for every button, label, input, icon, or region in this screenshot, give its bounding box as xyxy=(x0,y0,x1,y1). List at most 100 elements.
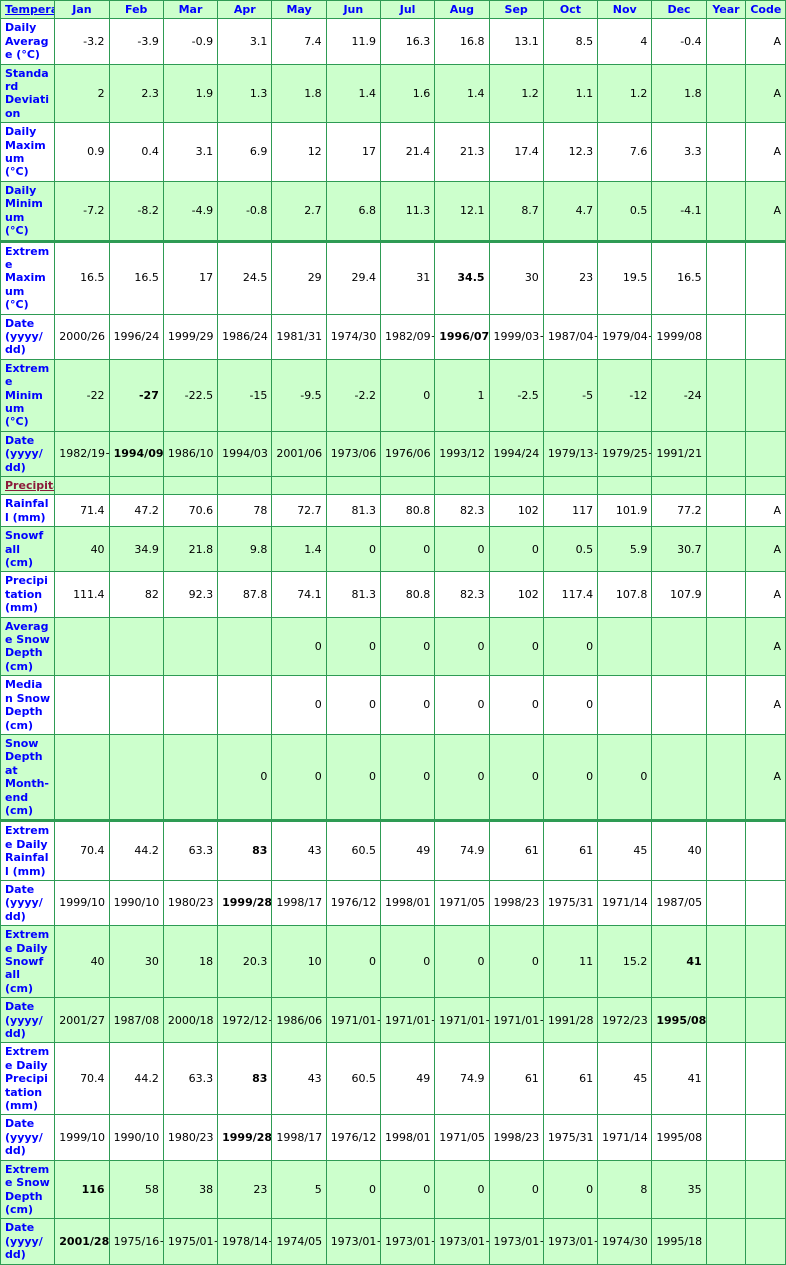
cell-value: 1998/01 xyxy=(379,1114,436,1161)
cell-value: 5.9 xyxy=(597,526,653,573)
cell-value: 8 xyxy=(597,1159,653,1220)
cell-value: 1979/04+ xyxy=(597,313,653,360)
cell-value: 0 xyxy=(325,1159,381,1220)
cell-code: A xyxy=(745,733,786,822)
cell-value: 2001/06 xyxy=(271,430,327,478)
cell-value: 16.3 xyxy=(379,18,436,65)
cell-code xyxy=(745,925,786,999)
table-row: Average Snow Depth (cm) 0 0 0 0 0 0 A xyxy=(0,616,786,677)
table-row: Date (yyyy/dd) 2000/26 1996/24 1999/29 1986/… xyxy=(0,313,786,360)
table-row: Extreme Daily Rainfall (mm) 70.4 44.2 63.3 8… xyxy=(0,819,786,881)
cell-value: 1979/25+ xyxy=(597,430,653,478)
table-row: Snow Depth at Month-end (cm) 0 0 0 0 0 0 0 0 A xyxy=(0,733,786,822)
cell-value: 0.9 xyxy=(54,122,110,182)
cell-value: 2001/28 xyxy=(54,1218,110,1265)
cell-value: 0 xyxy=(271,733,327,822)
cell-value: 1.4 xyxy=(434,63,490,124)
cell-value: 1995/08 xyxy=(651,1114,707,1161)
cell-value: 19.5 xyxy=(597,239,653,315)
cell-year xyxy=(705,122,747,182)
cell-value: 61 xyxy=(542,1042,599,1116)
cell-value: 29.4 xyxy=(325,239,381,315)
cell-value: 0 xyxy=(597,733,653,822)
cell-value: 1971/14 xyxy=(597,879,653,927)
cell-value: 1999/28 xyxy=(217,879,273,927)
table-row: Date (yyyy/dd) 1999/10 1990/10 1980/23 1999/… xyxy=(0,879,786,927)
cell-value xyxy=(162,733,219,822)
table-row: Precipitation (mm) 111.4 82 92.3 87.8 74.1 81.… xyxy=(0,571,786,618)
cell-value: 34.9 xyxy=(108,526,164,573)
cell-code xyxy=(745,313,786,360)
cell-value: 102 xyxy=(488,571,544,618)
cell-value: 1971/05 xyxy=(434,1114,490,1161)
cell-value: 49 xyxy=(379,1042,436,1116)
cell-value: 3.3 xyxy=(651,122,707,182)
cell-value: 1998/01 xyxy=(379,879,436,927)
cell-value: 12 xyxy=(271,122,327,182)
cell-value: 1976/12 xyxy=(325,1114,381,1161)
cell-value: 1.3 xyxy=(217,63,273,124)
cell-year xyxy=(705,430,747,478)
section-filler-cell xyxy=(217,475,273,496)
cell-value: 30 xyxy=(108,925,164,999)
cell-value: 1986/10 xyxy=(162,430,219,478)
table-row: Rainfall (mm) 71.4 47.2 70.6 78 72.7 81.3 80.8 8… xyxy=(0,494,786,528)
cell-value: 1994/09 xyxy=(108,430,164,478)
cell-value: 44.2 xyxy=(108,1042,164,1116)
table-body: Temperature:JanFebMarAprMayJunJulAugSepO… xyxy=(0,0,786,1265)
cell-value: -3.9 xyxy=(108,18,164,65)
cell-value: 21.3 xyxy=(434,122,490,182)
cell-value: 2000/26 xyxy=(54,313,110,360)
cell-value: 18 xyxy=(162,925,219,999)
cell-value: 72.7 xyxy=(271,494,327,528)
cell-value: -22 xyxy=(54,358,110,432)
cell-value: 1973/01+ xyxy=(488,1218,544,1265)
table-row: Daily Maximum (°C) 0.9 0.4 3.1 6.9 12 17 21.4 21… xyxy=(0,122,786,182)
cell-value: 0 xyxy=(488,733,544,822)
cell-value: 1998/17 xyxy=(271,1114,327,1161)
cell-value: 1982/19+ xyxy=(54,430,110,478)
precipitation-section-row: Precipitation: xyxy=(0,475,786,496)
cell-value xyxy=(217,616,273,677)
cell-value: 1995/18 xyxy=(651,1218,707,1265)
row-label-date-yyyy-dd-21: Date (yyyy/dd) xyxy=(0,1218,56,1265)
column-header-apr: Apr xyxy=(217,0,273,20)
cell-value: 8.5 xyxy=(542,18,599,65)
cell-year xyxy=(705,180,747,242)
cell-value: 21.8 xyxy=(162,526,219,573)
cell-value: 1975/31 xyxy=(542,1114,599,1161)
cell-value: 70.4 xyxy=(54,819,110,881)
column-header-jul: Jul xyxy=(379,0,436,20)
cell-value: -12 xyxy=(597,358,653,432)
cell-code xyxy=(745,1218,786,1265)
section-filler-cell xyxy=(162,475,219,496)
cell-code: A xyxy=(745,122,786,182)
cell-value: 1.9 xyxy=(162,63,219,124)
cell-year xyxy=(705,239,747,315)
cell-value: 41 xyxy=(651,925,707,999)
cell-code: A xyxy=(745,18,786,65)
cell-value: 101.9 xyxy=(597,494,653,528)
cell-value: 0 xyxy=(488,675,544,735)
cell-value: 63.3 xyxy=(162,1042,219,1116)
cell-value: 102 xyxy=(488,494,544,528)
section-filler-cell xyxy=(379,475,436,496)
row-label-daily-minimum-c-3: Daily Minimum (°C) xyxy=(0,180,56,242)
cell-value: 0 xyxy=(271,616,327,677)
cell-value: -4.9 xyxy=(162,180,219,242)
column-header-aug: Aug xyxy=(434,0,490,20)
cell-value: 60.5 xyxy=(325,1042,381,1116)
cell-value: -2.2 xyxy=(325,358,381,432)
cell-value: 2 xyxy=(54,63,110,124)
table-row: Median Snow Depth (cm) 0 0 0 0 0 0 A xyxy=(0,675,786,735)
cell-value: 83 xyxy=(217,1042,273,1116)
cell-value: 1.2 xyxy=(488,63,544,124)
cell-value: 16.5 xyxy=(108,239,164,315)
row-label-date-yyyy-dd-17: Date (yyyy/dd) xyxy=(0,997,56,1044)
cell-value: 1971/01+ xyxy=(488,997,544,1044)
cell-value: 82.3 xyxy=(434,494,490,528)
cell-value: -5 xyxy=(542,358,599,432)
cell-value: 1975/31 xyxy=(542,879,599,927)
cell-value xyxy=(597,616,653,677)
column-header-code: Code xyxy=(745,0,786,20)
